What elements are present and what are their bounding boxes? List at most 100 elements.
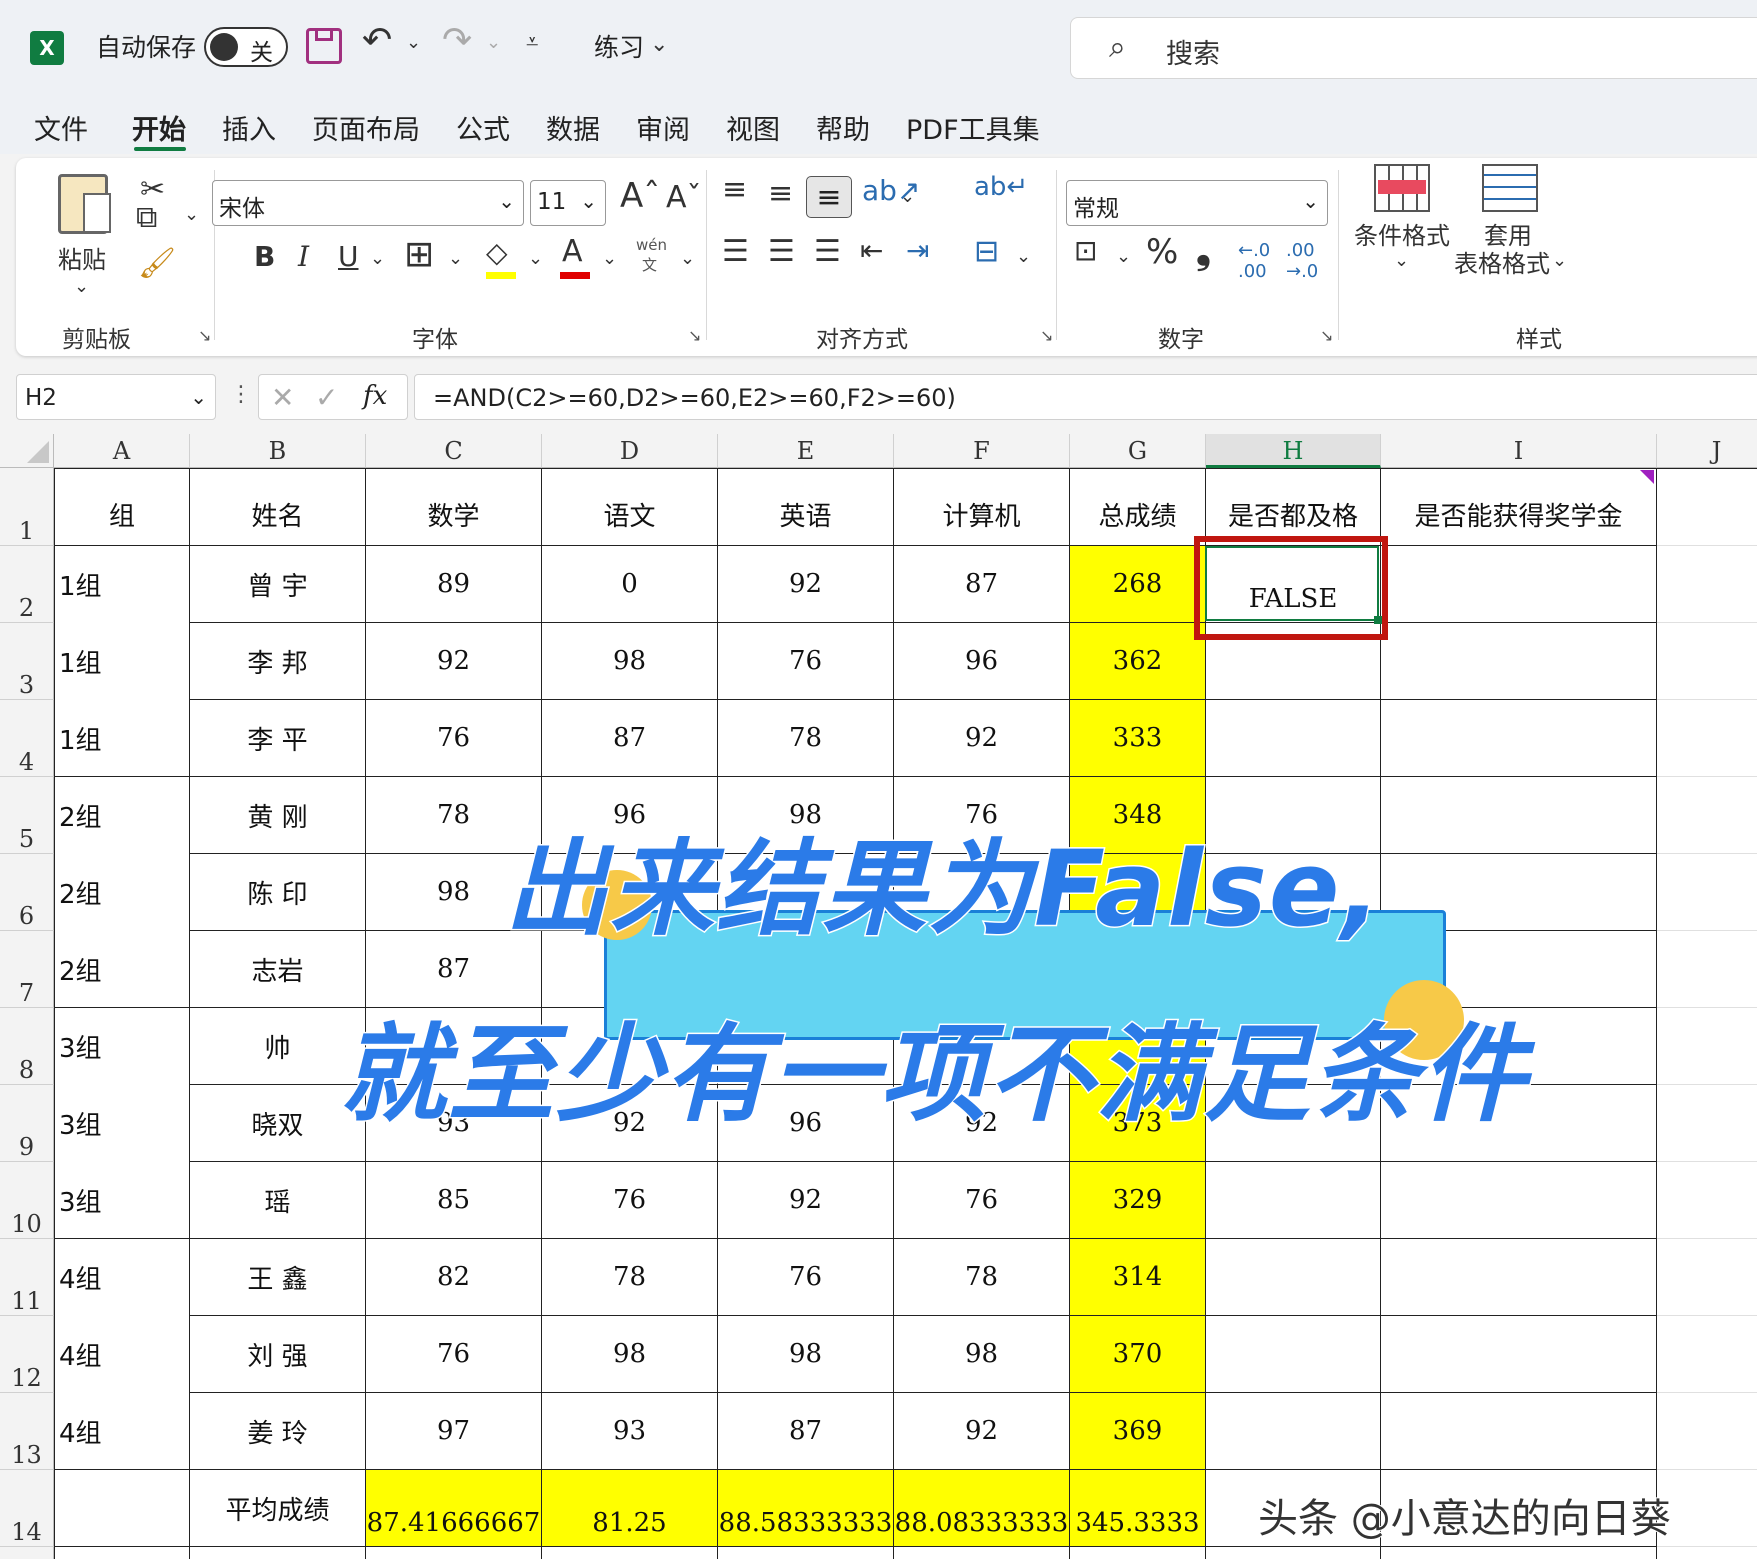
- column-header-h[interactable]: H: [1206, 434, 1381, 468]
- decrease-font-icon[interactable]: Aˇ: [666, 180, 702, 215]
- font-name-combo[interactable]: 宋体 ⌄: [212, 180, 524, 226]
- empty-cell[interactable]: [1657, 468, 1757, 546]
- empty-cell[interactable]: [1657, 546, 1757, 623]
- row-header-13[interactable]: 13: [0, 1393, 54, 1470]
- column-header-e[interactable]: E: [718, 434, 894, 468]
- empty-cell[interactable]: [1206, 1547, 1381, 1559]
- tab-home[interactable]: 开始: [132, 108, 186, 147]
- data-cell-math[interactable]: 89: [366, 546, 542, 623]
- name-box[interactable]: H2 ⌄: [16, 374, 216, 420]
- data-cell-group[interactable]: 3组: [54, 1008, 190, 1085]
- empty-cell[interactable]: [1657, 1316, 1757, 1393]
- format-as-table-icon[interactable]: [1482, 164, 1538, 212]
- empty-cell[interactable]: [1657, 1085, 1757, 1162]
- data-cell-group[interactable]: 2组: [54, 854, 190, 931]
- empty-cell[interactable]: [1381, 1547, 1657, 1559]
- underline-dropdown-icon[interactable]: ⌄: [370, 248, 385, 269]
- empty-cell[interactable]: [190, 1547, 366, 1559]
- column-header-a[interactable]: A: [54, 434, 190, 468]
- format-as-table-label-2[interactable]: 表格格式: [1454, 244, 1550, 279]
- average-total[interactable]: 345.3333: [1070, 1470, 1206, 1547]
- increase-decimal-icon[interactable]: ←.0.00: [1238, 240, 1270, 282]
- data-cell-award[interactable]: [1381, 1316, 1657, 1393]
- data-cell-cs[interactable]: 92: [894, 700, 1070, 777]
- phonetic-dropdown-icon[interactable]: ⌄: [680, 248, 695, 269]
- header-cell[interactable]: 是否能获得奖学金: [1381, 468, 1657, 546]
- row-header-7[interactable]: 7: [0, 931, 54, 1008]
- empty-cell[interactable]: [54, 1470, 190, 1547]
- tab-insert[interactable]: 插入: [222, 108, 276, 147]
- data-cell-total[interactable]: 369: [1070, 1393, 1206, 1470]
- data-cell-group[interactable]: 4组: [54, 1239, 190, 1316]
- data-cell-chinese[interactable]: 87: [542, 700, 718, 777]
- data-cell-total[interactable]: 333: [1070, 700, 1206, 777]
- phonetic-icon[interactable]: wén 文: [636, 236, 667, 275]
- merge-center-icon[interactable]: ⊟: [974, 234, 999, 269]
- data-cell-pass[interactable]: [1206, 1162, 1381, 1239]
- percent-icon[interactable]: %: [1146, 232, 1178, 272]
- empty-cell[interactable]: [1657, 1393, 1757, 1470]
- tab-page-layout[interactable]: 页面布局: [312, 108, 420, 147]
- fill-color-icon[interactable]: ◇: [486, 236, 508, 269]
- column-header-d[interactable]: D: [542, 434, 718, 468]
- data-cell-total[interactable]: 314: [1070, 1239, 1206, 1316]
- row-header-12[interactable]: 12: [0, 1316, 54, 1393]
- number-launcher-icon[interactable]: ↘: [1320, 326, 1333, 345]
- format-painter-icon[interactable]: 🖌: [138, 246, 176, 281]
- autosave-toggle[interactable]: 关: [204, 27, 288, 67]
- paste-label[interactable]: 粘贴: [58, 240, 106, 275]
- empty-cell[interactable]: [1657, 623, 1757, 700]
- data-cell-math[interactable]: 92: [366, 623, 542, 700]
- fill-color-dropdown-icon[interactable]: ⌄: [528, 248, 543, 269]
- empty-cell[interactable]: [1657, 1162, 1757, 1239]
- column-header-c[interactable]: C: [366, 434, 542, 468]
- data-cell-math[interactable]: 76: [366, 700, 542, 777]
- data-cell-cs[interactable]: 98: [894, 1316, 1070, 1393]
- redo-icon[interactable]: ↷: [442, 20, 472, 61]
- row-header-2[interactable]: 2: [0, 546, 54, 623]
- wrap-text-icon[interactable]: ab↵: [974, 172, 1028, 202]
- header-cell[interactable]: 语文: [542, 468, 718, 546]
- data-cell-group[interactable]: 4组: [54, 1316, 190, 1393]
- undo-icon[interactable]: ↶: [362, 20, 392, 61]
- empty-cell[interactable]: [1657, 931, 1757, 1008]
- data-cell-name[interactable]: 李 邦: [190, 623, 366, 700]
- data-cell-total[interactable]: 370: [1070, 1316, 1206, 1393]
- formula-input[interactable]: =AND(C2>=60,D2>=60,E2>=60,F2>=60): [414, 374, 1757, 420]
- data-cell-chinese[interactable]: 93: [542, 1393, 718, 1470]
- data-cell-name[interactable]: 李 平: [190, 700, 366, 777]
- font-color-dropdown-icon[interactable]: ⌄: [602, 248, 617, 269]
- insert-function-icon[interactable]: fx: [363, 381, 387, 411]
- undo-dropdown-icon[interactable]: ⌄: [406, 32, 421, 53]
- increase-indent-icon[interactable]: ⇥: [906, 234, 929, 267]
- column-header-j[interactable]: J: [1657, 434, 1757, 468]
- data-cell-group[interactable]: 1组: [54, 700, 190, 777]
- font-launcher-icon[interactable]: ↘: [688, 326, 701, 345]
- align-right-icon[interactable]: ☰: [814, 234, 841, 269]
- data-cell-group[interactable]: 4组: [54, 1393, 190, 1470]
- data-cell-award[interactable]: [1381, 1162, 1657, 1239]
- data-cell-award[interactable]: [1381, 623, 1657, 700]
- font-size-combo[interactable]: 11 ⌄: [530, 180, 606, 226]
- align-middle-icon[interactable]: ≡: [768, 176, 793, 211]
- increase-font-icon[interactable]: Aˆ: [620, 176, 660, 216]
- data-cell-name[interactable]: 黄 刚: [190, 777, 366, 854]
- column-header-g[interactable]: G: [1070, 434, 1206, 468]
- data-cell-math[interactable]: 85: [366, 1162, 542, 1239]
- data-cell-english[interactable]: 78: [718, 700, 894, 777]
- data-cell-group[interactable]: 2组: [54, 931, 190, 1008]
- data-cell-pass[interactable]: [1206, 1393, 1381, 1470]
- row-header-3[interactable]: 3: [0, 623, 54, 700]
- empty-cell[interactable]: [1657, 1239, 1757, 1316]
- row-header-8[interactable]: 8: [0, 1008, 54, 1085]
- paste-icon[interactable]: [58, 174, 111, 234]
- data-cell-cs[interactable]: 87: [894, 546, 1070, 623]
- empty-cell[interactable]: [542, 1547, 718, 1559]
- row-header-5[interactable]: 5: [0, 777, 54, 854]
- data-cell-english[interactable]: 92: [718, 1162, 894, 1239]
- data-cell-english[interactable]: 92: [718, 546, 894, 623]
- data-cell-cs[interactable]: 76: [894, 1162, 1070, 1239]
- row-header-4[interactable]: 4: [0, 700, 54, 777]
- underline-icon[interactable]: U: [338, 240, 359, 273]
- number-format-combo[interactable]: 常规 ⌄: [1066, 180, 1328, 226]
